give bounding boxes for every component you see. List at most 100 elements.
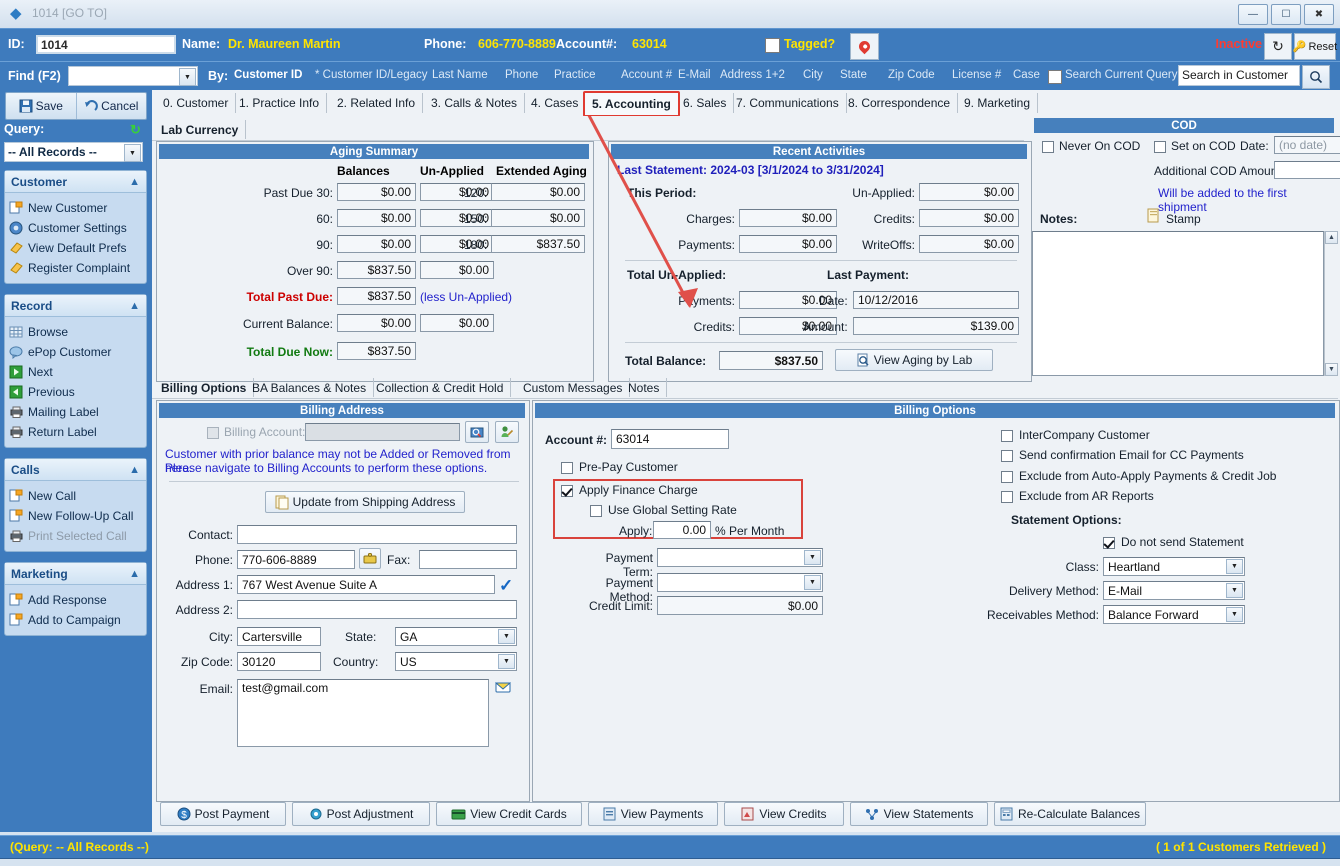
chevron-down-icon[interactable]: ▼ bbox=[498, 629, 515, 644]
subtab-billing-options[interactable]: Billing Options bbox=[154, 378, 255, 397]
subtab-ba-balances-notes[interactable]: BA Balances & Notes bbox=[245, 378, 375, 397]
chevron-down-icon[interactable]: ▼ bbox=[804, 550, 821, 565]
chevron-down-icon[interactable]: ▼ bbox=[1226, 607, 1243, 622]
do-not-send-statement-checkbox[interactable] bbox=[1103, 537, 1115, 549]
receivables-method-select[interactable]: Balance Forward ▼ bbox=[1103, 605, 1245, 624]
by-item-case[interactable]: Case bbox=[1013, 69, 1040, 81]
sidebar-item-next[interactable]: Next bbox=[9, 362, 146, 382]
apply-finance-charge-checkbox[interactable] bbox=[561, 485, 573, 497]
chevron-up-icon[interactable]: ▲ bbox=[129, 568, 140, 580]
by-item-account[interactable]: Account # bbox=[621, 69, 672, 81]
lp-date-value[interactable]: 10/12/2016 bbox=[853, 291, 1019, 309]
by-item-license[interactable]: License # bbox=[952, 69, 1001, 81]
aging-balance-over-90[interactable]: $837.50 bbox=[337, 261, 416, 279]
tab-marketing[interactable]: 9. Marketing bbox=[957, 93, 1039, 113]
chevron-up-icon[interactable]: ▲ bbox=[129, 300, 140, 312]
zip-input[interactable]: 30120 bbox=[237, 652, 321, 671]
cancel-button[interactable]: Cancel bbox=[77, 93, 147, 119]
edit-billing-account-button[interactable] bbox=[495, 421, 519, 443]
ext-value-180[interactable]: $837.50 bbox=[491, 235, 585, 253]
fax-input[interactable] bbox=[419, 550, 517, 569]
chevron-down-icon[interactable]: ▼ bbox=[124, 144, 141, 162]
city-input[interactable]: Cartersville bbox=[237, 627, 321, 646]
tab-cases[interactable]: 4. Cases bbox=[524, 93, 587, 113]
view-credit-cards-button[interactable]: View Credit Cards bbox=[436, 802, 582, 826]
class-select[interactable]: Heartland ▼ bbox=[1103, 557, 1245, 576]
chevron-up-icon[interactable]: ▲ bbox=[129, 464, 140, 476]
tab-calls-notes[interactable]: 3. Calls & Notes bbox=[424, 93, 526, 113]
set-on-cod-checkbox[interactable] bbox=[1154, 141, 1166, 153]
current-balance-unapplied[interactable]: $0.00 bbox=[420, 314, 494, 332]
country-select[interactable]: US ▼ bbox=[395, 652, 517, 671]
state-select[interactable]: GA ▼ bbox=[395, 627, 517, 646]
aging-balance-60[interactable]: $0.00 bbox=[337, 209, 416, 227]
post-adjustment-button[interactable]: Post Adjustment bbox=[292, 802, 430, 826]
total-balance-value[interactable]: $837.50 bbox=[719, 351, 823, 370]
by-item-state[interactable]: State bbox=[840, 69, 867, 81]
sidebar-item-register-complaint[interactable]: Register Complaint bbox=[9, 258, 146, 278]
tab-sales[interactable]: 6. Sales bbox=[676, 93, 735, 113]
ext-value-150[interactable]: $0.00 bbox=[491, 209, 585, 227]
sidebar-item-previous[interactable]: Previous bbox=[9, 382, 146, 402]
contact-input[interactable] bbox=[237, 525, 517, 544]
by-item-customer-id-legacy[interactable]: * Customer ID/Legacy bbox=[315, 69, 428, 81]
chevron-down-icon[interactable]: ▼ bbox=[498, 654, 515, 669]
chevron-down-icon[interactable]: ▼ bbox=[179, 68, 196, 86]
apply-rate-input[interactable]: 0.00 bbox=[653, 521, 711, 539]
by-item-city[interactable]: City bbox=[803, 69, 823, 81]
sidebar-item-mailing-label[interactable]: Mailing Label bbox=[9, 402, 146, 422]
maximize-button[interactable]: ☐ bbox=[1271, 4, 1301, 25]
tab-correspondence[interactable]: 8. Correspondence bbox=[841, 93, 959, 113]
delivery-method-select[interactable]: E-Mail ▼ bbox=[1103, 581, 1245, 600]
tab-practice-info[interactable]: 1. Practice Info bbox=[232, 93, 328, 113]
total-past-due-value[interactable]: $837.50 bbox=[337, 287, 416, 305]
by-item-phone[interactable]: Phone bbox=[505, 69, 538, 81]
credits-value[interactable]: $0.00 bbox=[919, 209, 1019, 227]
view-aging-by-lab-button[interactable]: View Aging by Lab bbox=[835, 349, 993, 371]
view-payments-button[interactable]: View Payments bbox=[588, 802, 718, 826]
sidebar-item-add-to-campaign[interactable]: Add to Campaign bbox=[9, 610, 146, 630]
unapplied-value[interactable]: $0.00 bbox=[919, 183, 1019, 201]
chevron-down-icon[interactable]: ▼ bbox=[1226, 583, 1243, 598]
tab-customer[interactable]: 0. Customer bbox=[156, 93, 237, 113]
sidebar-item-return-label[interactable]: Return Label bbox=[9, 422, 146, 442]
tab-communications[interactable]: 7. Communications bbox=[729, 93, 847, 113]
ext-value-120[interactable]: $0.00 bbox=[491, 183, 585, 201]
search-button[interactable] bbox=[1302, 65, 1330, 89]
chevron-down-icon[interactable]: ▼ bbox=[1226, 559, 1243, 574]
map-pin-button[interactable] bbox=[850, 33, 879, 60]
post-payment-button[interactable]: $ Post Payment bbox=[160, 802, 286, 826]
send-confirmation-email-checkbox[interactable] bbox=[1001, 450, 1013, 462]
find-input[interactable]: ▼ bbox=[68, 66, 198, 86]
sidebar-item-browse[interactable]: Browse bbox=[9, 322, 146, 342]
writeoffs-value[interactable]: $0.00 bbox=[919, 235, 1019, 253]
exclude-ar-reports-checkbox[interactable] bbox=[1001, 491, 1013, 503]
cod-notes-textarea[interactable] bbox=[1032, 231, 1324, 376]
by-item-email[interactable]: E-Mail bbox=[678, 69, 711, 81]
cod-notes-scrollbar[interactable]: ▲ ▼ bbox=[1324, 231, 1339, 376]
dial-phone-button[interactable] bbox=[359, 548, 381, 569]
subtab-notes[interactable]: Notes bbox=[621, 378, 668, 397]
chevron-down-icon[interactable]: ▼ bbox=[804, 575, 821, 590]
by-item-last-name[interactable]: Last Name bbox=[432, 69, 488, 81]
by-item-practice[interactable]: Practice bbox=[554, 69, 596, 81]
query-select[interactable]: -- All Records -- ▼ bbox=[4, 142, 143, 162]
phone-input[interactable]: 770-606-8889 bbox=[237, 550, 355, 569]
subtab-lab-currency[interactable]: Lab Currency bbox=[154, 120, 247, 139]
cod-date-value[interactable]: (no date) bbox=[1274, 136, 1340, 154]
minimize-button[interactable]: — bbox=[1238, 4, 1268, 25]
by-item-customer-id[interactable]: Customer ID bbox=[234, 69, 302, 81]
payment-method-select[interactable]: ▼ bbox=[657, 573, 823, 592]
send-email-icon[interactable] bbox=[494, 680, 512, 696]
by-item-address[interactable]: Address 1+2 bbox=[720, 69, 785, 81]
subtab-custom-messages[interactable]: Custom Messages bbox=[516, 378, 631, 397]
scroll-up-icon[interactable]: ▲ bbox=[1325, 231, 1338, 244]
sidebar-item-epop-customer[interactable]: ePop Customer bbox=[9, 342, 146, 362]
exclude-auto-apply-checkbox[interactable] bbox=[1001, 471, 1013, 483]
additional-cod-input[interactable] bbox=[1274, 161, 1340, 179]
address1-input[interactable]: 767 West Avenue Suite A bbox=[237, 575, 495, 594]
find-billing-account-button[interactable] bbox=[465, 421, 489, 443]
lp-amount-value[interactable]: $139.00 bbox=[853, 317, 1019, 335]
sidebar-item-new-customer[interactable]: New Customer bbox=[9, 198, 146, 218]
address2-input[interactable] bbox=[237, 600, 517, 619]
